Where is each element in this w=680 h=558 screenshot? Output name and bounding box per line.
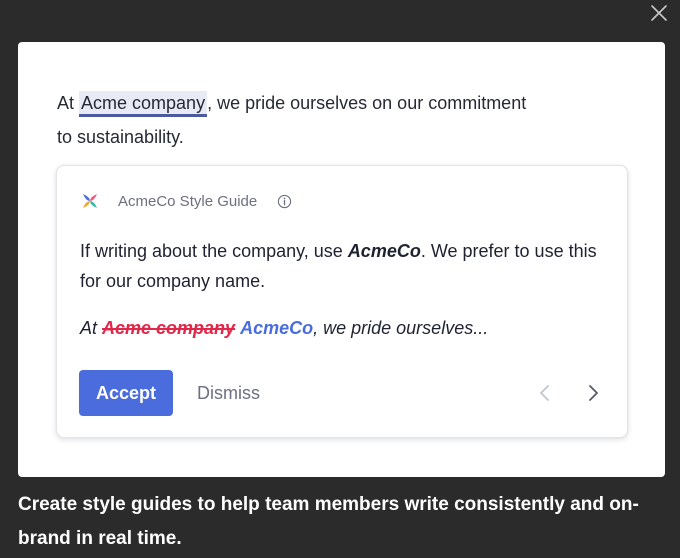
close-icon	[651, 5, 667, 21]
replacement-text: AcmeCo	[240, 318, 314, 338]
example-suffix: , we pride ourselves...	[313, 318, 489, 338]
example-prefix: At	[80, 318, 103, 338]
removed-text: Acme company	[102, 318, 236, 338]
close-button[interactable]	[649, 3, 669, 23]
chevron-left-icon	[540, 385, 549, 401]
rule-prefix: If writing about the company, use	[80, 241, 348, 261]
rule-brand: AcmeCo	[347, 241, 421, 261]
sentence-prefix: At	[57, 93, 80, 113]
example-sentence: At Acme company AcmeCo, we pride ourselv…	[80, 318, 488, 339]
caption: Create style guides to help team members…	[18, 494, 639, 549]
demo-card: At Acme company, we pride ourselves on o…	[18, 42, 665, 477]
previous-suggestion-button[interactable]	[535, 382, 555, 404]
accept-button[interactable]: Accept	[79, 370, 173, 416]
info-icon[interactable]	[277, 194, 292, 209]
style-guide-logo-icon	[83, 194, 97, 208]
highlighted-term[interactable]: Acme company	[79, 91, 208, 117]
chevron-right-icon	[589, 385, 598, 401]
style-guide-header: AcmeCo Style Guide	[80, 191, 292, 211]
suggestion-card: AcmeCo Style Guide If writing about the …	[56, 165, 628, 438]
dismiss-button[interactable]: Dismiss	[197, 380, 260, 406]
rule-text: If writing about the company, use AcmeCo…	[80, 236, 605, 296]
sample-sentence: At Acme company, we pride ourselves on o…	[57, 86, 527, 154]
next-suggestion-button[interactable]	[583, 382, 603, 404]
style-guide-name: AcmeCo Style Guide	[118, 192, 258, 210]
